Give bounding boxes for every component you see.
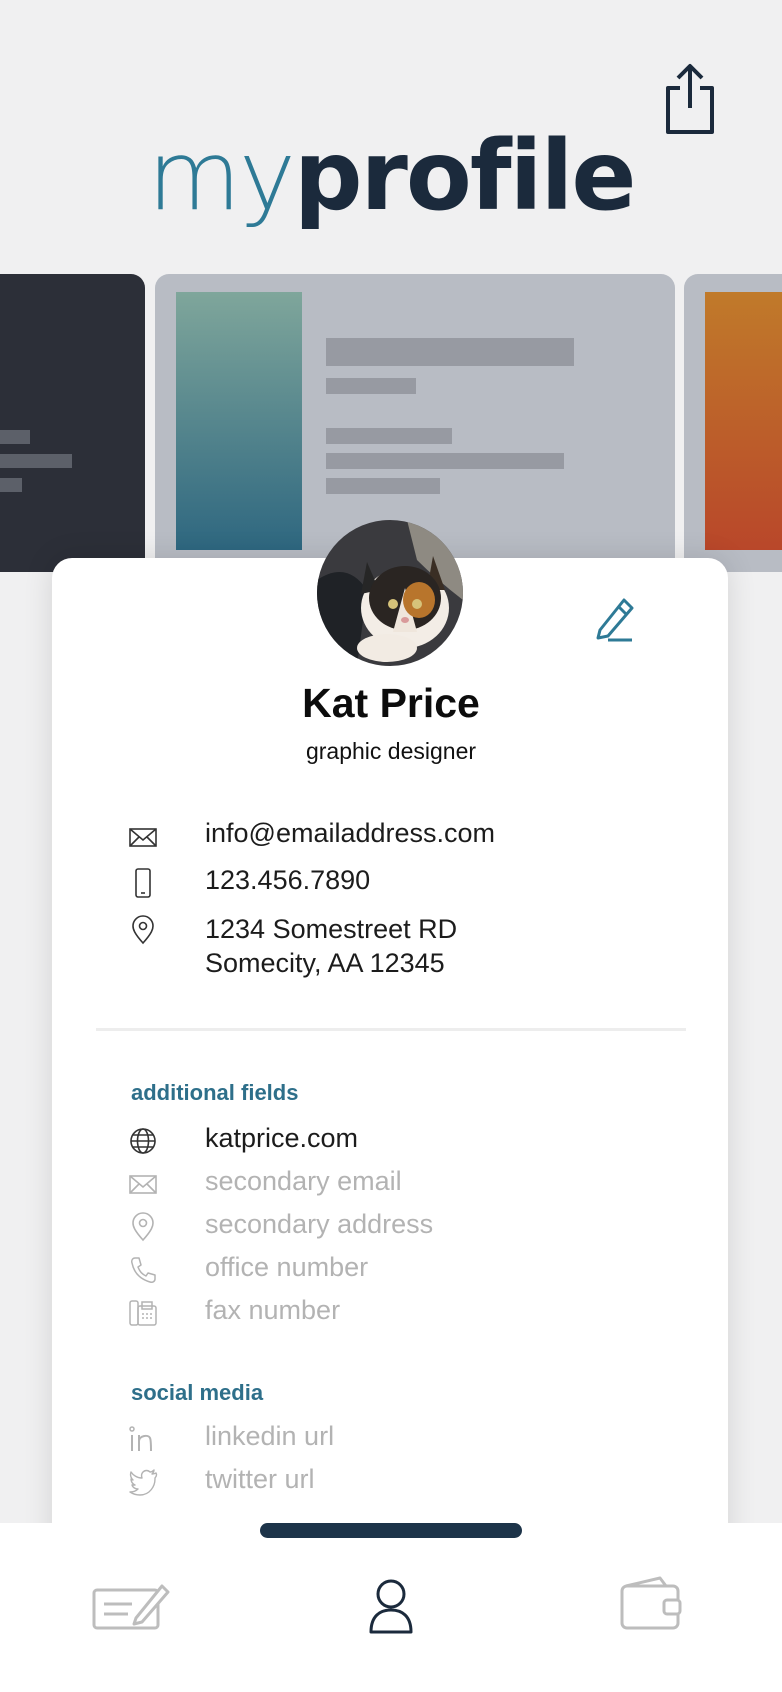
logo-profile: profile (293, 120, 637, 232)
profile-name: Kat Price (302, 680, 480, 726)
email-field[interactable]: info@emailaddress.com (205, 818, 495, 849)
secondary-address-field[interactable]: secondary address (205, 1209, 433, 1240)
secondary-email-icon (128, 1169, 158, 1199)
fax-icon (128, 1298, 158, 1328)
additional-fields-heading: additional fields (131, 1080, 299, 1105)
card-thumbnail-orange[interactable] (684, 274, 782, 572)
website-field[interactable]: katprice.com (205, 1123, 358, 1154)
avatar (317, 520, 463, 666)
address-line-2: Somecity, AA 12345 (205, 948, 445, 978)
profile-title: graphic designer (305, 738, 477, 764)
twitter-field[interactable]: twitter url (205, 1464, 315, 1495)
app-logo: myprofile (0, 128, 782, 225)
linkedin-field[interactable]: linkedin url (205, 1421, 334, 1452)
logo-my: my (147, 120, 295, 232)
share-icon[interactable] (662, 62, 718, 134)
email-icon (128, 822, 158, 852)
linkedin-icon (128, 1424, 158, 1454)
social-media-heading: social media (131, 1380, 264, 1405)
phone-handset-icon (128, 1255, 158, 1285)
globe-icon (128, 1126, 158, 1156)
header: myprofile (0, 0, 782, 274)
address-field[interactable]: 1234 Somestreet RD Somecity, AA 12345 (205, 912, 457, 980)
address-line-1: 1234 Somestreet RD (205, 914, 458, 944)
mobile-phone-icon (128, 868, 158, 898)
profile-icon[interactable] (368, 1578, 414, 1634)
edit-card-icon[interactable] (92, 1578, 170, 1630)
secondary-location-icon (128, 1212, 158, 1242)
edit-icon[interactable] (592, 594, 636, 642)
phone-field[interactable]: 123.456.7890 (205, 865, 370, 896)
office-number-field[interactable]: office number (205, 1252, 368, 1283)
secondary-email-field[interactable]: secondary email (205, 1166, 402, 1197)
drawer-handle[interactable] (260, 1523, 522, 1538)
location-pin-icon (128, 915, 158, 945)
twitter-icon (128, 1467, 158, 1497)
profile-card (52, 558, 728, 1692)
card-thumbnail-dark[interactable] (0, 274, 145, 572)
fax-number-field[interactable]: fax number (205, 1295, 340, 1326)
wallet-icon[interactable] (620, 1576, 682, 1630)
divider (96, 1028, 686, 1031)
